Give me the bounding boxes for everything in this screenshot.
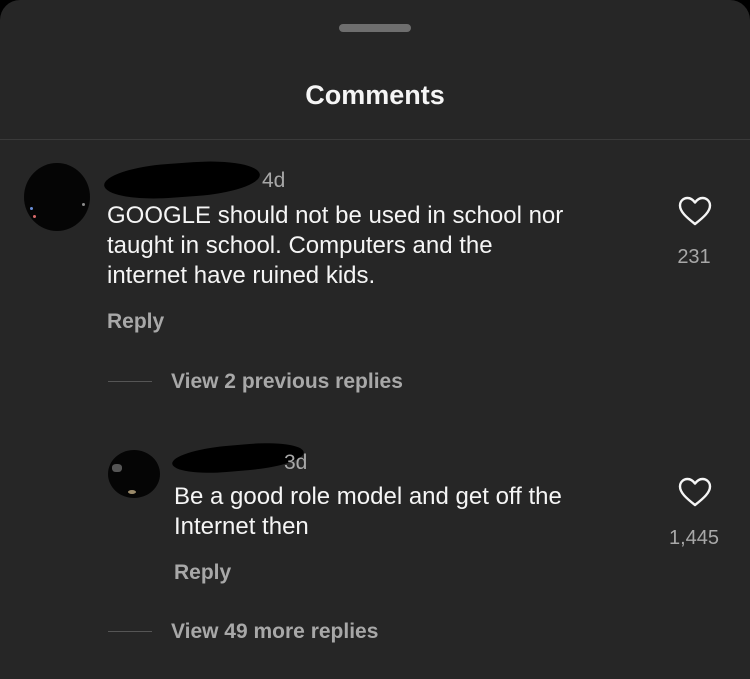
view-previous-replies-button[interactable]: View 2 previous replies: [171, 370, 403, 394]
avatar[interactable]: [108, 450, 160, 498]
thread-line: [108, 631, 152, 632]
reply-text: Be a good role model and get off the Int…: [174, 483, 562, 540]
comment-text: GOOGLE should not be used in school nor …: [107, 202, 564, 289]
view-more-replies-button[interactable]: View 49 more replies: [171, 620, 378, 644]
comment-timestamp: 4d: [262, 169, 286, 192]
comments-sheet: Comments 4d GOOGLE should not be used in…: [0, 0, 750, 679]
heart-outline-icon[interactable]: [678, 196, 712, 226]
heart-outline-icon[interactable]: [678, 477, 712, 507]
thread-line: [108, 381, 152, 382]
reply-timestamp: 3d: [284, 451, 308, 474]
sheet-title: Comments: [305, 80, 445, 110]
reply-button[interactable]: Reply: [174, 561, 231, 585]
header-divider: [0, 139, 750, 140]
like-count: 1,445: [668, 527, 720, 549]
reply-button[interactable]: Reply: [107, 310, 164, 334]
like-count: 231: [677, 246, 711, 268]
avatar[interactable]: [24, 163, 90, 231]
drag-handle[interactable]: [339, 24, 411, 32]
username-redacted[interactable]: [103, 157, 261, 203]
